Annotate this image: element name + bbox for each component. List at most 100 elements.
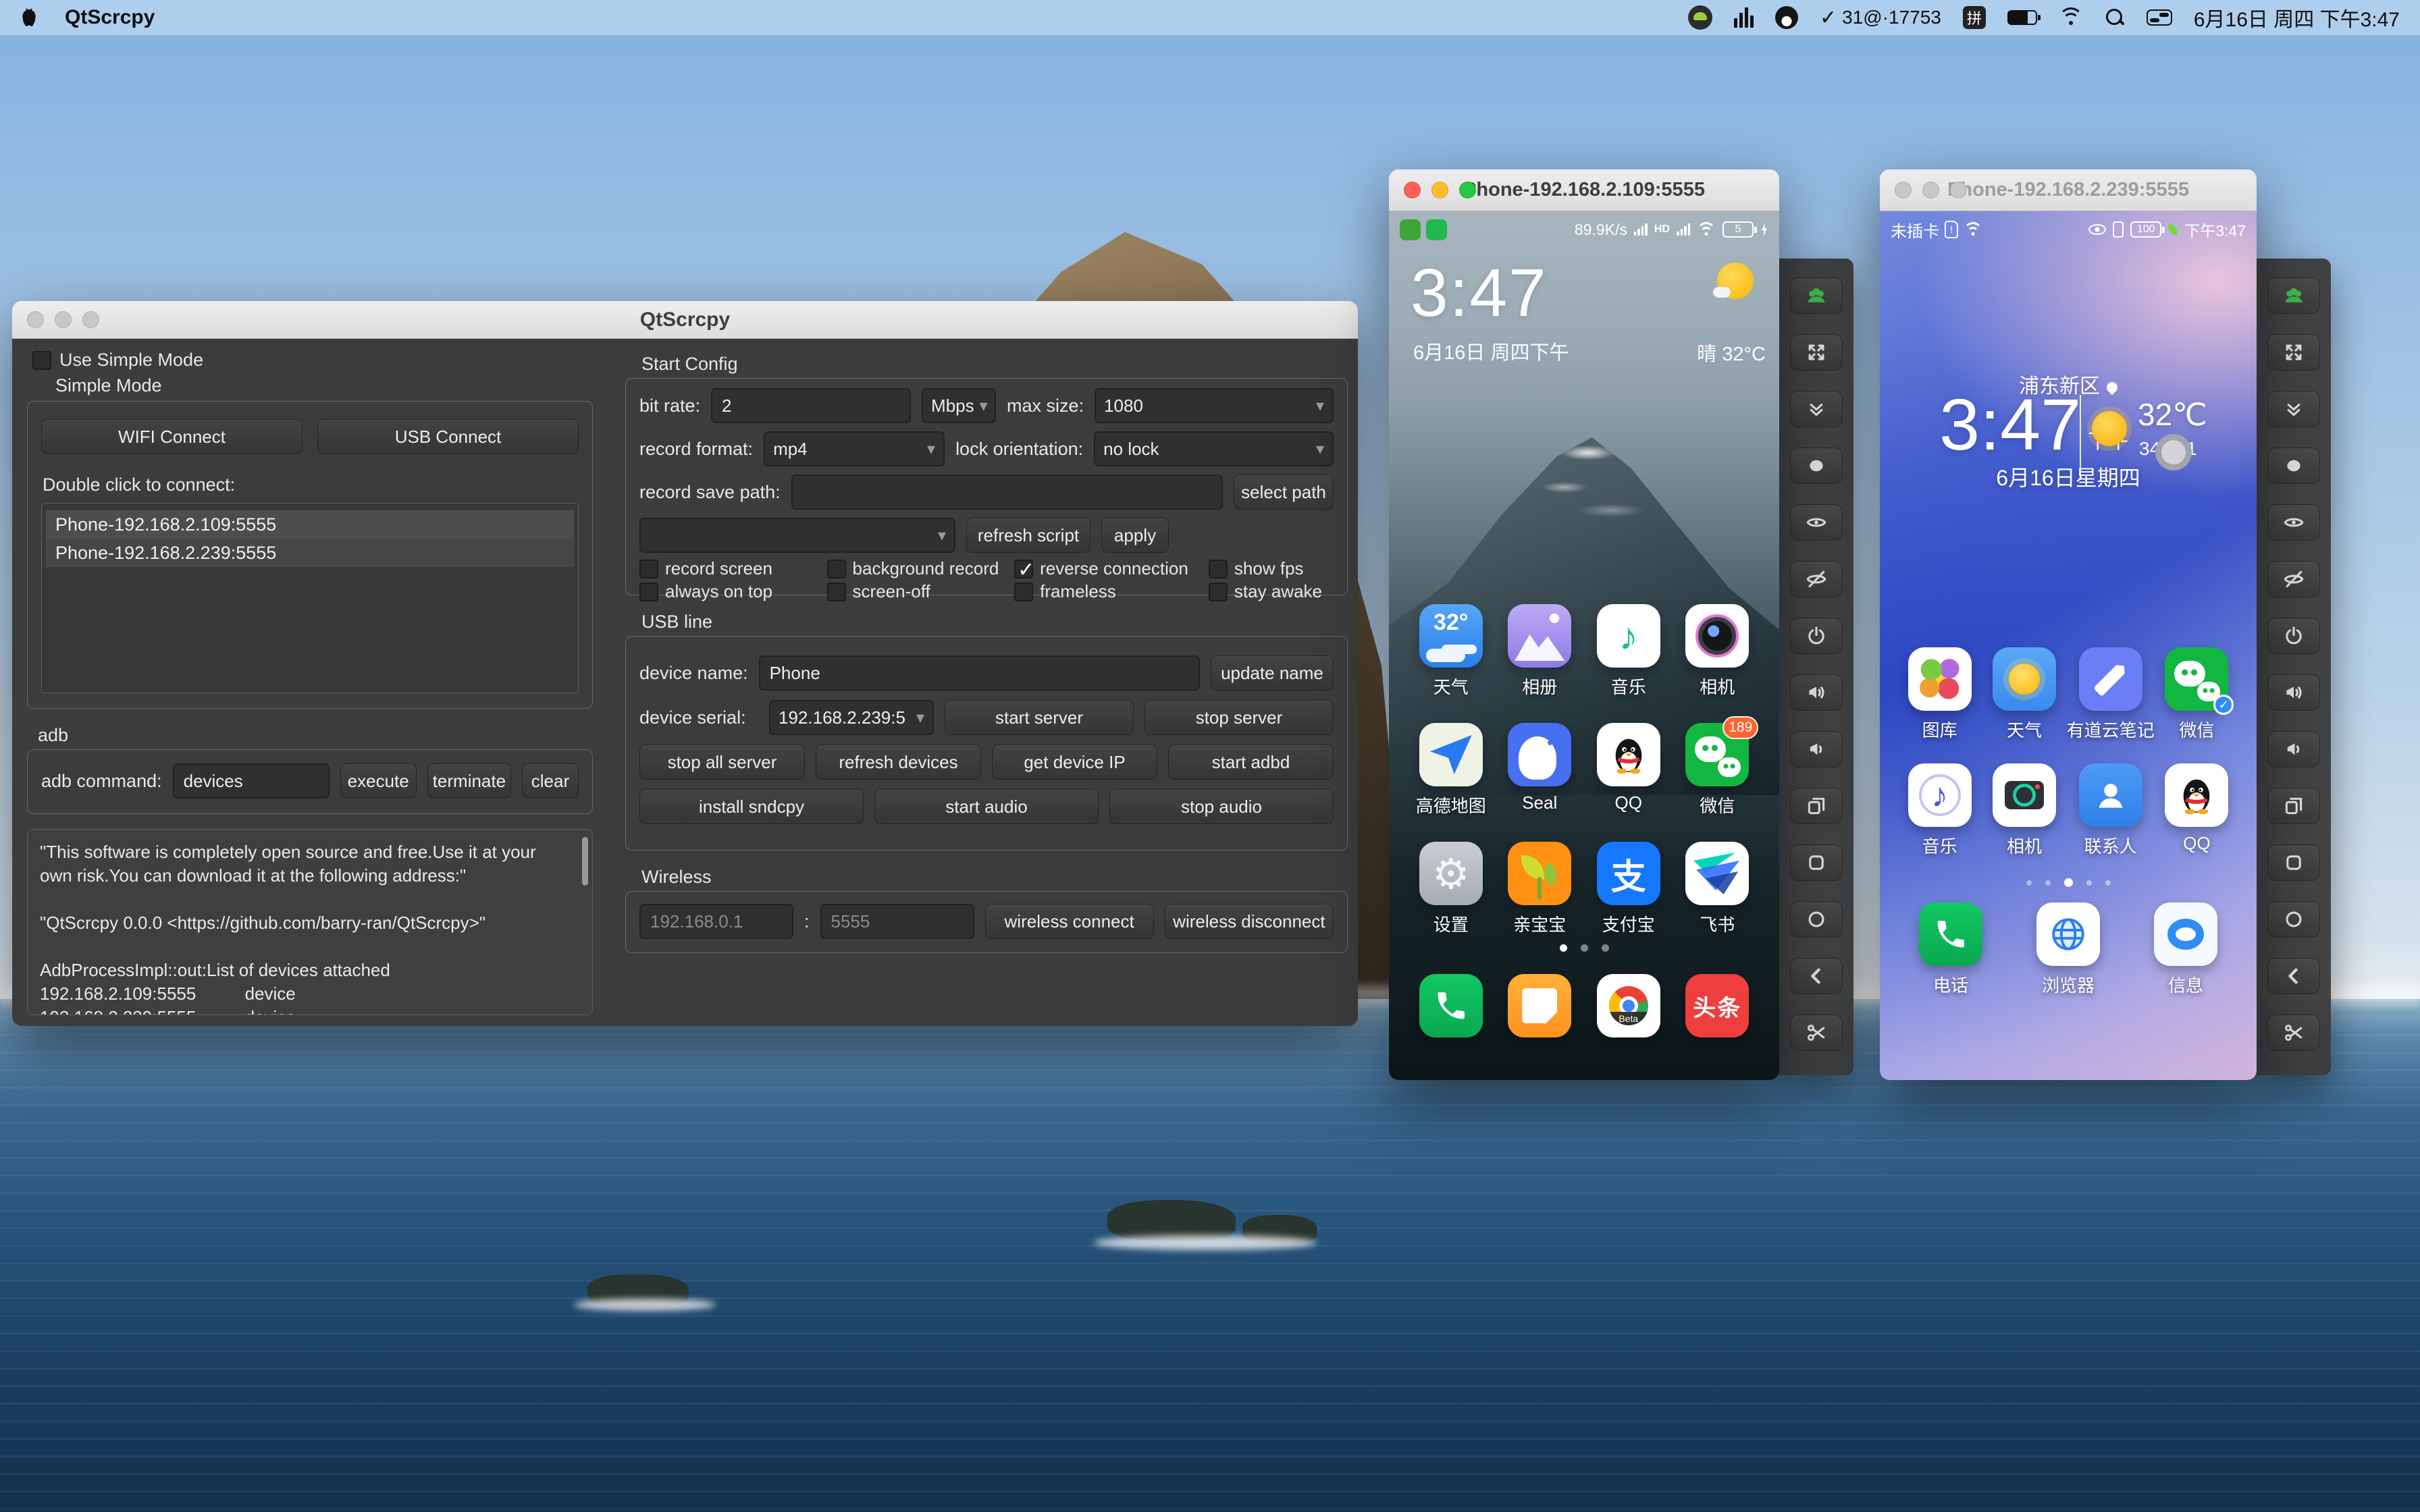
clear-button[interactable]: clear: [521, 763, 579, 799]
stay-awake-checkbox[interactable]: [1208, 582, 1228, 601]
fullscreen-button[interactable]: [1790, 334, 1843, 371]
app-icon-phone[interactable]: [1919, 902, 1982, 966]
screen-off-button[interactable]: [1790, 561, 1843, 597]
get-device-ip-button[interactable]: get device IP: [992, 745, 1157, 780]
close-button[interactable]: [27, 311, 44, 328]
expand-bottom-button[interactable]: [2267, 391, 2320, 427]
app-icon-weather[interactable]: [1992, 647, 2056, 711]
app-icon-alipay[interactable]: 支: [1596, 842, 1660, 905]
group-control-button[interactable]: [2267, 277, 2320, 314]
volume-down-button[interactable]: [2267, 731, 2320, 767]
background-record-checkbox[interactable]: [826, 559, 846, 578]
battery-icon[interactable]: [2007, 10, 2041, 25]
assistive-ball[interactable]: [2155, 434, 2192, 470]
phone2-screen[interactable]: 未插卡 ! 100 下午3:47 浦东新区 3:47 下午 32℃ 34 / 2…: [1880, 211, 2257, 1080]
app-icon-browser[interactable]: [2036, 902, 2100, 966]
start-adbd-button[interactable]: start adbd: [1168, 745, 1334, 780]
apple-menu-icon[interactable]: [22, 8, 36, 27]
touch-button[interactable]: [1790, 448, 1843, 484]
always-on-top-checkbox[interactable]: [639, 582, 658, 601]
screen-off-checkbox[interactable]: [826, 582, 846, 601]
log-scrollbar[interactable]: [582, 837, 588, 886]
frameless-option[interactable]: frameless: [1014, 581, 1209, 602]
app-icon-music[interactable]: ♪: [1596, 604, 1660, 668]
minimize-button[interactable]: [1431, 182, 1448, 198]
zoom-button[interactable]: [1950, 182, 1967, 198]
app-icon-youdao-note[interactable]: [2078, 647, 2142, 711]
close-button[interactable]: [1895, 182, 1912, 198]
adb-log-output[interactable]: "This software is completely open source…: [27, 829, 593, 1015]
adb-command-input[interactable]: [172, 763, 330, 799]
stats-bars-icon[interactable]: [1733, 7, 1754, 28]
device-serial-select[interactable]: 192.168.2.239:5: [769, 700, 934, 735]
app-icon-phone[interactable]: [1419, 974, 1483, 1037]
app-icon-seal[interactable]: [1508, 723, 1572, 786]
bit-rate-unit-select[interactable]: Mbps: [922, 388, 997, 423]
phone1-screen[interactable]: 89.9K/s HD 5 3:47 6月16日 周四下午 晴 32°C 32° 天…: [1389, 211, 1779, 1080]
device-list[interactable]: Phone-192.168.2.109:5555 Phone-192.168.2…: [41, 503, 579, 693]
start-audio-button[interactable]: start audio: [874, 789, 1099, 824]
record-save-path-input[interactable]: [791, 475, 1223, 510]
execute-button[interactable]: execute: [340, 763, 417, 799]
app-icon-messages[interactable]: [2154, 902, 2217, 966]
show-fps-checkbox[interactable]: [1208, 559, 1228, 578]
app-icon-wechat[interactable]: [2165, 647, 2234, 715]
always-on-top-option[interactable]: always on top: [639, 581, 827, 602]
group-control-button[interactable]: [1790, 277, 1843, 314]
menubar-app-name[interactable]: QtScrcpy: [65, 6, 155, 29]
app-icon-camera[interactable]: [1685, 604, 1750, 668]
touch-button[interactable]: [2267, 448, 2320, 484]
frameless-checkbox[interactable]: [1014, 582, 1034, 601]
device-name-input[interactable]: [758, 655, 1200, 691]
terminate-button[interactable]: terminate: [427, 763, 511, 799]
lock-orientation-select[interactable]: no lock: [1094, 431, 1334, 466]
stop-all-server-button[interactable]: stop all server: [639, 745, 805, 780]
wireless-disconnect-button[interactable]: wireless disconnect: [1164, 904, 1334, 939]
stop-server-button[interactable]: stop server: [1145, 700, 1334, 735]
input-method-icon[interactable]: 拼: [1962, 6, 1986, 29]
spotlight-search-icon[interactable]: [2105, 7, 2125, 28]
app-icon-gallery[interactable]: [1908, 647, 1972, 711]
phone2-titlebar[interactable]: Phone-192.168.2.239:5555: [1880, 169, 2257, 211]
screen-off-button[interactable]: [2267, 561, 2320, 597]
screen-off-option[interactable]: screen-off: [826, 581, 1015, 602]
app-icon-amap[interactable]: [1419, 723, 1483, 786]
menu-button[interactable]: [1790, 844, 1843, 881]
usb-connect-button[interactable]: USB Connect: [317, 419, 579, 454]
app-icon-chrome-beta[interactable]: Beta: [1596, 974, 1660, 1037]
home-button[interactable]: [2267, 901, 2320, 938]
screen-on-button[interactable]: [1790, 504, 1843, 541]
power-button[interactable]: [1790, 618, 1843, 654]
app-icon-feishu[interactable]: [1685, 842, 1750, 905]
app-icon-music[interactable]: ♪: [1908, 763, 1972, 827]
stay-awake-option[interactable]: stay awake: [1208, 581, 1334, 602]
apply-button[interactable]: apply: [1101, 518, 1169, 553]
phone2-page-dots[interactable]: [1880, 878, 2257, 887]
app-icon-settings[interactable]: ⚙: [1419, 842, 1483, 905]
record-screen-option[interactable]: record screen: [639, 558, 827, 579]
show-fps-option[interactable]: show fps: [1208, 558, 1334, 579]
screenshot-button[interactable]: [1790, 1015, 1843, 1051]
device-list-item[interactable]: Phone-192.168.2.239:5555: [46, 539, 574, 567]
app-switch-button[interactable]: [1790, 788, 1843, 824]
app-icon-qq[interactable]: [1596, 723, 1660, 786]
use-simple-mode-row[interactable]: Use Simple Mode: [32, 350, 203, 371]
app-icon-toutiao[interactable]: 头条: [1685, 974, 1750, 1037]
volume-up-button[interactable]: [2267, 674, 2320, 711]
wifi-connect-button[interactable]: WIFI Connect: [41, 419, 302, 454]
app-icon-weather[interactable]: 32°: [1419, 604, 1483, 668]
update-name-button[interactable]: update name: [1211, 655, 1334, 691]
wireless-port-input[interactable]: [820, 904, 974, 939]
stop-audio-button[interactable]: stop audio: [1109, 789, 1334, 824]
close-button[interactable]: [1404, 182, 1421, 198]
expand-bottom-button[interactable]: [1790, 391, 1843, 427]
app-icon-camera[interactable]: [1992, 763, 2056, 827]
install-sndcpy-button[interactable]: install sndcpy: [639, 789, 864, 824]
reverse-connection-checkbox[interactable]: [1014, 558, 1034, 582]
device-list-item[interactable]: Phone-192.168.2.109:5555: [46, 510, 574, 539]
phone1-titlebar[interactable]: Phone-192.168.2.109:5555: [1389, 169, 1779, 211]
home-button[interactable]: [1790, 901, 1843, 938]
app-switch-button[interactable]: [2267, 788, 2320, 824]
back-button[interactable]: [2267, 958, 2320, 994]
minimize-button[interactable]: [1922, 182, 1939, 198]
